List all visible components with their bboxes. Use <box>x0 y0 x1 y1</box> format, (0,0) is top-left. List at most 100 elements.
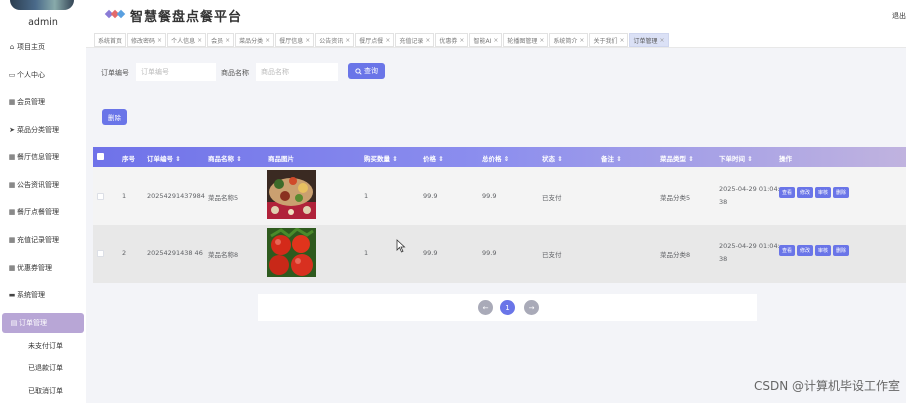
col-remark[interactable]: 备注 ⇕ <box>601 153 622 163</box>
col-status[interactable]: 状态 ⇕ <box>542 153 563 163</box>
tab-item[interactable]: 餐厅点餐 × <box>355 33 395 47</box>
cell-qty: 1 <box>364 192 369 200</box>
tab-item[interactable]: 个人信息 × <box>167 33 207 47</box>
close-icon[interactable]: × <box>660 37 665 44</box>
sidebar-item-dish-categories[interactable]: ➤ 菜品分类管理 <box>0 120 86 140</box>
sidebar-subitem-unpaid[interactable]: 未支付订单 <box>0 336 86 356</box>
avatar[interactable] <box>10 0 74 10</box>
sidebar-item-restaurant-info[interactable]: ▦ 餐厅信息管理 <box>0 147 86 167</box>
order-no-input[interactable]: 订单编号 <box>136 63 216 81</box>
tab-label: 修改密码 <box>131 37 156 45</box>
batch-delete-button[interactable]: 删除 <box>102 109 127 125</box>
logout-button[interactable]: 退出 <box>892 11 906 21</box>
sort-icon: ⇕ <box>175 155 181 163</box>
close-icon[interactable]: × <box>157 37 162 44</box>
watermark: CSDN @计算机毕设工作室 <box>753 379 900 393</box>
tab-item[interactable]: 修改密码 × <box>127 33 167 47</box>
sidebar-item-orders[interactable]: ▤ 订单管理 <box>2 313 84 333</box>
tab-item[interactable]: 关于我们 × <box>589 33 629 47</box>
tab-item[interactable]: 系统首页 <box>94 33 127 47</box>
tab-item[interactable]: 优惠券 × <box>435 33 469 47</box>
cell-category: 菜品分类8 <box>660 251 691 259</box>
tab-item[interactable]: 订单管理 × <box>629 33 669 47</box>
tab-item[interactable]: 系统简介 × <box>549 33 589 47</box>
edit-button[interactable]: 修改 <box>797 187 814 198</box>
tab-label: 菜品分类 <box>239 37 264 45</box>
tab-item[interactable]: 轮播图管理 × <box>503 33 549 47</box>
tab-item[interactable]: 充值记录 × <box>395 33 435 47</box>
edit-button[interactable]: 修改 <box>797 245 814 256</box>
dish-name-input[interactable]: 商品名称 <box>256 63 338 81</box>
close-icon[interactable]: × <box>265 37 270 44</box>
select-all-checkbox[interactable] <box>97 153 104 160</box>
sidebar-item-label: 公告资讯管理 <box>17 181 59 189</box>
col-qty[interactable]: 购买数量 ⇕ <box>364 153 398 163</box>
tab-item[interactable]: 餐厅信息 × <box>275 33 315 47</box>
row-checkbox[interactable] <box>97 250 104 257</box>
cell-time-cont: 38 <box>719 198 728 206</box>
cell-total: 99.9 <box>482 249 497 257</box>
cell-time: 2025-04-29 01:04: <box>719 185 780 193</box>
sidebar-item-system[interactable]: ▬ 系统管理 <box>0 285 86 305</box>
col-time[interactable]: 下单时间 ⇕ <box>719 153 753 163</box>
send-icon: ➤ <box>9 126 15 134</box>
view-button[interactable]: 查看 <box>779 245 796 256</box>
close-icon[interactable]: × <box>345 37 350 44</box>
sidebar-item-label: 系统管理 <box>17 291 45 299</box>
col-label: 商品名称 <box>208 155 234 163</box>
tab-item[interactable]: 会员 × <box>207 33 235 47</box>
delete-button[interactable]: 删除 <box>833 245 850 256</box>
close-icon[interactable]: × <box>539 37 544 44</box>
sidebar-item-home[interactable]: ⌂ 项目主页 <box>0 37 86 57</box>
col-index: 序号 <box>122 155 135 163</box>
sidebar-subitem-cancelled[interactable]: 已取消订单 <box>0 381 86 401</box>
tab-item[interactable]: 公告资讯 × <box>315 33 355 47</box>
tab-bar: 系统首页 修改密码 × 个人信息 × 会员 × 菜品分类 × 餐厅信息 × 公告资讯 × 餐厅点餐 × 充值记… <box>86 32 906 48</box>
col-category[interactable]: 菜品类型 ⇕ <box>660 153 694 163</box>
col-order-no[interactable]: 订单编号 ⇕ <box>147 153 181 163</box>
col-dish-name[interactable]: 商品名称 ⇕ <box>208 153 242 163</box>
view-button[interactable]: 查看 <box>779 187 796 198</box>
sidebar-item-ordering[interactable]: ▦ 餐厅点餐管理 <box>0 202 86 222</box>
page-button-current[interactable]: 1 <box>500 300 515 315</box>
tab-label: 优惠券 <box>439 37 458 45</box>
sidebar-item-label: 充值记录管理 <box>17 236 59 244</box>
close-icon[interactable]: × <box>197 37 202 44</box>
close-icon[interactable]: × <box>225 37 230 44</box>
close-icon[interactable]: × <box>385 37 390 44</box>
sidebar-item-coupons[interactable]: ▦ 优惠券管理 <box>0 258 86 278</box>
close-icon[interactable]: × <box>493 37 498 44</box>
tab-item[interactable]: 智能AI × <box>469 33 503 47</box>
search-button[interactable]: 查询 <box>348 63 385 79</box>
col-total[interactable]: 总价格 ⇕ <box>482 153 509 163</box>
review-button[interactable]: 审核 <box>815 187 832 198</box>
row-checkbox[interactable] <box>97 193 104 200</box>
sidebar-item-label: 餐厅点餐管理 <box>17 208 59 216</box>
table-row: 2 20254291438 46 菜品名称8 1 99.9 99.9 已支付 菜… <box>93 225 906 283</box>
sidebar-subitem-refunded[interactable]: 已退款订单 <box>0 358 86 378</box>
close-icon[interactable]: × <box>305 37 310 44</box>
tab-item[interactable]: 菜品分类 × <box>235 33 275 47</box>
close-icon[interactable]: × <box>459 37 464 44</box>
sidebar-item-recharge[interactable]: ▦ 充值记录管理 <box>0 230 86 250</box>
col-label: 菜品类型 <box>660 155 686 163</box>
sort-icon: ⇕ <box>616 155 622 163</box>
grid-icon: ▦ <box>8 98 16 106</box>
sidebar-item-label: 个人中心 <box>17 71 45 79</box>
sidebar-item-profile[interactable]: ▭ 个人中心 <box>0 65 86 85</box>
sort-icon: ⇕ <box>438 155 444 163</box>
prev-page-button[interactable]: ← <box>478 300 493 315</box>
review-button[interactable]: 审核 <box>815 245 832 256</box>
tab-label: 个人信息 <box>171 37 196 45</box>
close-icon[interactable]: × <box>579 37 584 44</box>
sidebar-item-members[interactable]: ▦ 会员管理 <box>0 92 86 112</box>
next-page-button[interactable]: → <box>524 300 539 315</box>
close-icon[interactable]: × <box>425 37 430 44</box>
delete-button[interactable]: 删除 <box>833 187 850 198</box>
col-price[interactable]: 价格 ⇕ <box>423 153 444 163</box>
sidebar-item-announcements[interactable]: ▦ 公告资讯管理 <box>0 175 86 195</box>
username: admin <box>28 17 58 28</box>
tab-label: 充值记录 <box>399 37 424 45</box>
cell-index: 1 <box>122 192 127 200</box>
close-icon[interactable]: × <box>619 37 624 44</box>
